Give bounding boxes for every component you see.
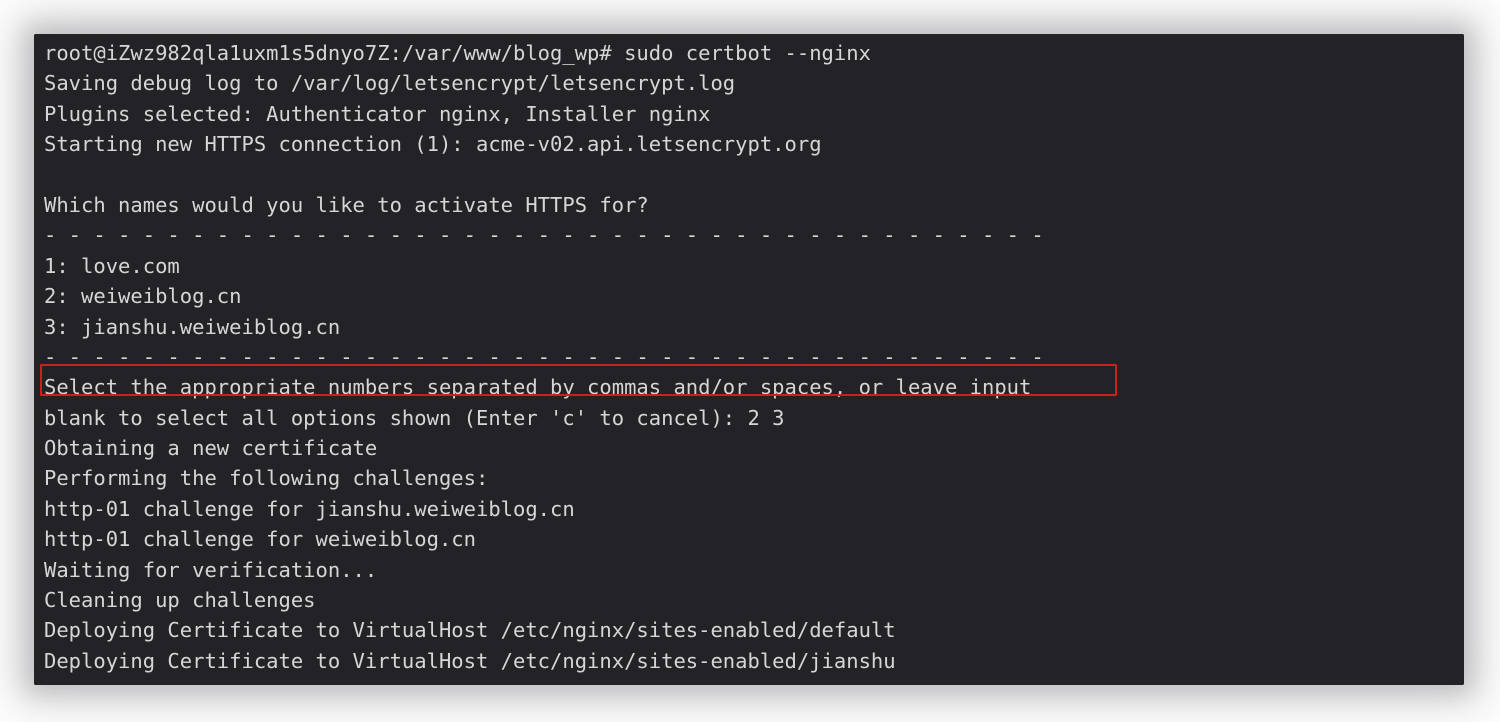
terminal-line-cleaning-challenges: Cleaning up challenges [44,588,316,613]
terminal-line-challenge-weiweiblog: http-01 challenge for weiweiblog.cn [44,527,476,552]
terminal-line-challenge-jianshu: http-01 challenge for jianshu.weiweiblog… [44,496,575,521]
terminal-line-select-prompt-continued: blank to select all options shown (Enter… [44,405,785,430]
terminal-line-question-which-names: Which names would you like to activate H… [44,192,649,217]
terminal-line-performing-challenges: Performing the following challenges: [44,466,489,491]
terminal-line-choice-2: 2: weiweiblog.cn [44,284,242,309]
terminal-line-deploying-default: Deploying Certificate to VirtualHost /et… [44,618,896,643]
terminal-line-select-prompt: Select the appropriate numbers separated… [44,375,1032,400]
terminal-window[interactable]: root@iZwz982qla1uxm1s5dnyo7Z:/var/www/bl… [34,34,1464,685]
terminal-line-obtaining-certificate: Obtaining a new certificate [44,436,378,461]
terminal-screen[interactable]: root@iZwz982qla1uxm1s5dnyo7Z:/var/www/bl… [34,34,1464,685]
terminal-line-saving-debug-log: Saving debug log to /var/log/letsencrypt… [44,71,736,96]
terminal-line-starting-connection: Starting new HTTPS connection (1): acme-… [44,132,822,157]
terminal-line-separator-bottom: - - - - - - - - - - - - - - - - - - - - … [44,344,1044,369]
terminal-line-separator-top: - - - - - - - - - - - - - - - - - - - - … [44,223,1044,248]
terminal-line-deploying-jianshu: Deploying Certificate to VirtualHost /et… [44,648,896,673]
terminal-line-choice-1: 1: love.com [44,253,180,278]
terminal-line-plugins-selected: Plugins selected: Authenticator nginx, I… [44,101,711,126]
terminal-line-prompt-command: root@iZwz982qla1uxm1s5dnyo7Z:/var/www/bl… [44,41,871,65]
terminal-line-choice-3: 3: jianshu.weiweiblog.cn [44,314,341,339]
terminal-line-waiting-verification: Waiting for verification... [44,557,378,582]
